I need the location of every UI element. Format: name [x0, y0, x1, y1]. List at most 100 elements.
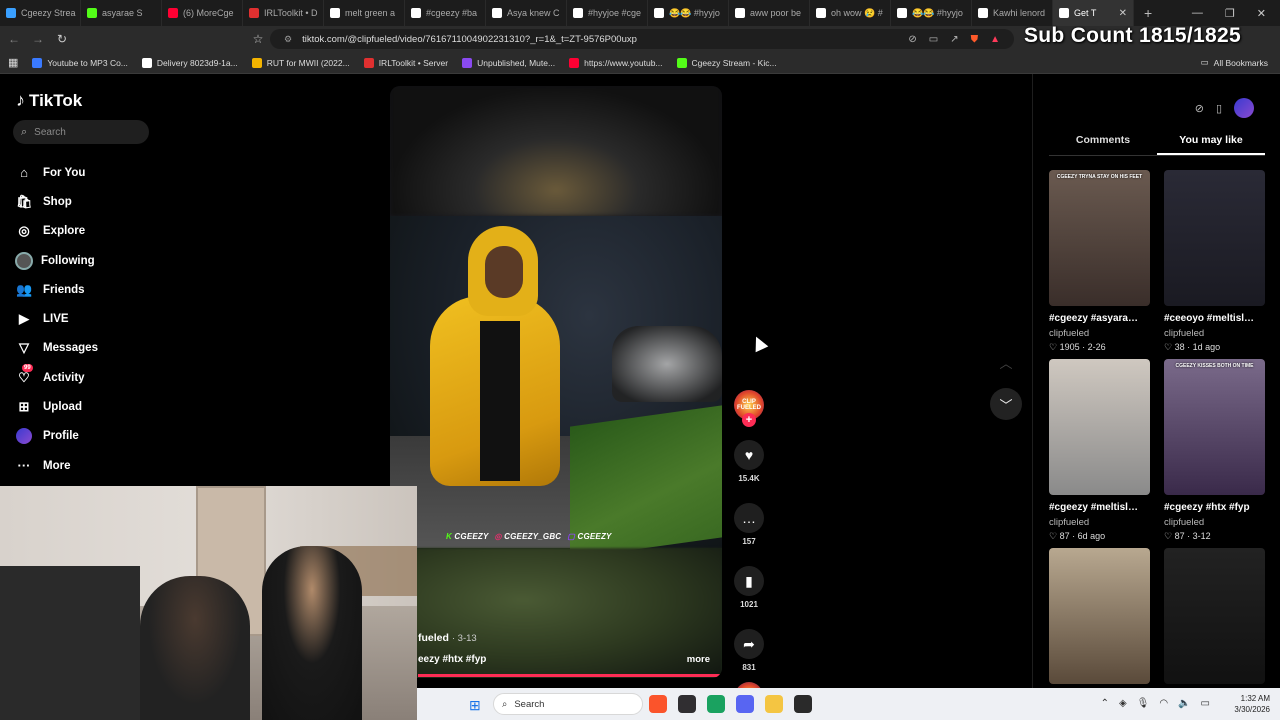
video-thumbnail[interactable]	[1164, 548, 1265, 684]
more-options-icon[interactable]: ⋮	[1140, 500, 1150, 501]
microphone-icon[interactable]: 🎙	[1137, 698, 1150, 709]
creator-avatar[interactable]: CLIP FUELED +	[734, 390, 764, 427]
battery-icon[interactable]: ▭	[1201, 698, 1210, 709]
sidebar-item-following[interactable]: Following	[15, 246, 98, 275]
browser-tab[interactable]: oh wow 😢 #	[810, 0, 891, 26]
browser-tab[interactable]: melt green a	[324, 0, 405, 26]
heart-icon[interactable]: ♥	[734, 440, 764, 470]
like-action[interactable]: ♥ 15.4K	[734, 440, 764, 483]
follow-plus-button[interactable]: +	[742, 413, 756, 427]
share-action[interactable]: ➦ 831	[734, 629, 764, 672]
browser-tab[interactable]: IRLToolkit • D	[243, 0, 324, 26]
more-options-icon[interactable]: ⋮	[1255, 311, 1265, 312]
browser-tab[interactable]: Cgeezy Strea	[0, 0, 81, 26]
back-button[interactable]: ←	[4, 32, 24, 46]
browser-tab[interactable]: Asya knew C	[486, 0, 567, 26]
share-icon[interactable]: ↗	[950, 34, 958, 45]
minimize-button[interactable]: —	[1192, 7, 1203, 20]
windows-start-icon[interactable]: ⊞	[469, 697, 481, 714]
brave-app-icon[interactable]	[649, 695, 667, 713]
all-bookmarks-button[interactable]: ▭ All Bookmarks	[1201, 57, 1268, 68]
new-tab-button[interactable]: +	[1134, 5, 1162, 21]
video-thumbnail[interactable]: CGEEZY TRYNA STAY ON HIS FEET	[1049, 170, 1150, 306]
discord-app-icon[interactable]	[736, 695, 754, 713]
brave-shield-icon[interactable]: ⛊	[971, 34, 979, 45]
browser-tab[interactable]: #hyyjoe #cge	[567, 0, 648, 26]
more-options-icon[interactable]: ⋮	[1255, 500, 1265, 501]
share-arrow-icon[interactable]: ➦	[734, 629, 764, 659]
maximize-button[interactable]: ❐	[1225, 7, 1235, 20]
forward-button[interactable]: →	[28, 32, 48, 46]
sidebar-item-messages[interactable]: ▽ Messages	[16, 334, 98, 363]
video-thumbnail[interactable]	[1049, 548, 1150, 684]
terminal-app-icon[interactable]	[794, 695, 812, 713]
sidebar-item-friends[interactable]: 👥 Friends	[16, 275, 98, 304]
bookmark-item[interactable]: Youtube to MP3 Co...	[32, 57, 128, 68]
volume-icon[interactable]: 🔈	[1178, 698, 1190, 709]
previous-video-button[interactable]: ︿	[990, 346, 1022, 378]
bookmark-item[interactable]: IRLToolkit • Server	[363, 57, 448, 68]
wifi-icon[interactable]: ◠	[1159, 698, 1168, 709]
browser-tab[interactable]: Kawhi lenord	[972, 0, 1053, 26]
sidebar-item-profile[interactable]: Profile	[16, 422, 98, 451]
extension-icon[interactable]: ⊘	[908, 34, 916, 45]
file-explorer-icon[interactable]	[765, 695, 783, 713]
browser-tab[interactable]: Get T ✕	[1053, 0, 1134, 26]
reload-button[interactable]: ↻	[52, 32, 72, 46]
sidebar-item-shop[interactable]: 🛍 Shop	[16, 187, 98, 216]
video-author[interactable]: clipfueled	[1049, 328, 1150, 339]
bookmark-item[interactable]: Unpublished, Mute...	[462, 57, 555, 68]
sidebar-item-for-you[interactable]: ⌂ For You	[16, 158, 98, 187]
bookmark-icon[interactable]: ▮	[734, 566, 764, 596]
bookmark-action[interactable]: ▮ 1021	[734, 566, 764, 609]
apps-grid-icon[interactable]: ▦	[8, 56, 18, 69]
browser-tab[interactable]: (6) MoreCge	[162, 0, 243, 26]
obs-app-icon[interactable]	[678, 695, 696, 713]
chrome-app-icon[interactable]	[707, 695, 725, 713]
tab-close-icon[interactable]: ✕	[1119, 8, 1127, 19]
taskbar-search[interactable]: ⌕ Search	[493, 693, 643, 715]
video-player[interactable]: K CGEEZY ◎ CGEEZY_GBC ▢ CGEEZY fueled · …	[390, 86, 722, 678]
comment-action[interactable]: … 157	[734, 503, 764, 546]
coins-icon[interactable]: ⊘	[1195, 102, 1204, 115]
bookmark-item[interactable]: https://www.youtub...	[569, 57, 663, 68]
browser-tab[interactable]: #cgeezy #ba	[405, 0, 486, 26]
sidebar-item-live[interactable]: ▶ LIVE	[16, 304, 98, 333]
more-button[interactable]: more	[687, 654, 710, 665]
brave-rewards-icon[interactable]: ▲	[990, 34, 1000, 45]
bookmark-star-icon[interactable]: ☆	[248, 32, 268, 46]
cast-icon[interactable]: ▭	[929, 34, 938, 45]
tiktok-logo[interactable]: ♪ TikTok	[16, 90, 82, 111]
recommended-video-card[interactable]	[1049, 548, 1150, 684]
video-author[interactable]: clipfueled	[1049, 517, 1150, 528]
video-author[interactable]: clipfueled	[1164, 328, 1265, 339]
more-options-icon[interactable]: ⋮	[1140, 311, 1150, 312]
tray-app-icon[interactable]: ◈	[1119, 698, 1127, 709]
sidebar-item-explore[interactable]: ◎ Explore	[16, 217, 98, 246]
sidebar-item-more[interactable]: ··· More	[16, 451, 98, 480]
site-info-icon[interactable]: ⚙	[284, 34, 292, 45]
comment-icon[interactable]: …	[734, 503, 764, 533]
bookmark-item[interactable]: Cgeezy Stream - Kic...	[676, 57, 777, 68]
taskbar-clock[interactable]: 1:32 AM 3/30/2026	[1234, 693, 1270, 715]
video-thumbnail[interactable]	[1049, 359, 1150, 495]
browser-tab[interactable]: 😂😂 #hyyjo	[891, 0, 972, 26]
recommended-video-card[interactable]: #ceeoyo #meltislive #flo...⋮ clipfueled ♡ …	[1164, 170, 1265, 353]
user-avatar[interactable]	[1234, 98, 1254, 118]
browser-tab[interactable]: aww poor be	[729, 0, 810, 26]
video-thumbnail[interactable]: CGEEZY KISSES BOTH ON TIME	[1164, 359, 1265, 495]
sidebar-item-activity[interactable]: ♡ 99 Activity	[16, 363, 98, 392]
browser-tab[interactable]: asyarae S	[81, 0, 162, 26]
tray-chevron-icon[interactable]: ⌃	[1101, 698, 1109, 709]
video-author[interactable]: fueled · 3-13	[418, 632, 477, 644]
recommended-video-card[interactable]	[1164, 548, 1265, 684]
bookmark-item[interactable]: Delivery 8023d9-1a...	[141, 57, 238, 68]
video-progress-bar[interactable]	[418, 674, 722, 677]
next-video-button[interactable]: ﹀	[990, 388, 1022, 420]
recommended-video-card[interactable]: CGEEZY TRYNA STAY ON HIS FEET #cgeezy #as…	[1049, 170, 1150, 353]
video-author[interactable]: clipfueled	[1164, 517, 1265, 528]
recommended-video-card[interactable]: #cgeezy #meltislive #htx...⋮ clipfueled ♡ …	[1049, 359, 1150, 542]
device-icon[interactable]: ▯	[1216, 102, 1222, 115]
sidebar-item-upload[interactable]: ⊞ Upload	[16, 392, 98, 421]
address-bar[interactable]: ⚙ tiktok.com/@clipfueled/video/761671100…	[270, 29, 1014, 49]
